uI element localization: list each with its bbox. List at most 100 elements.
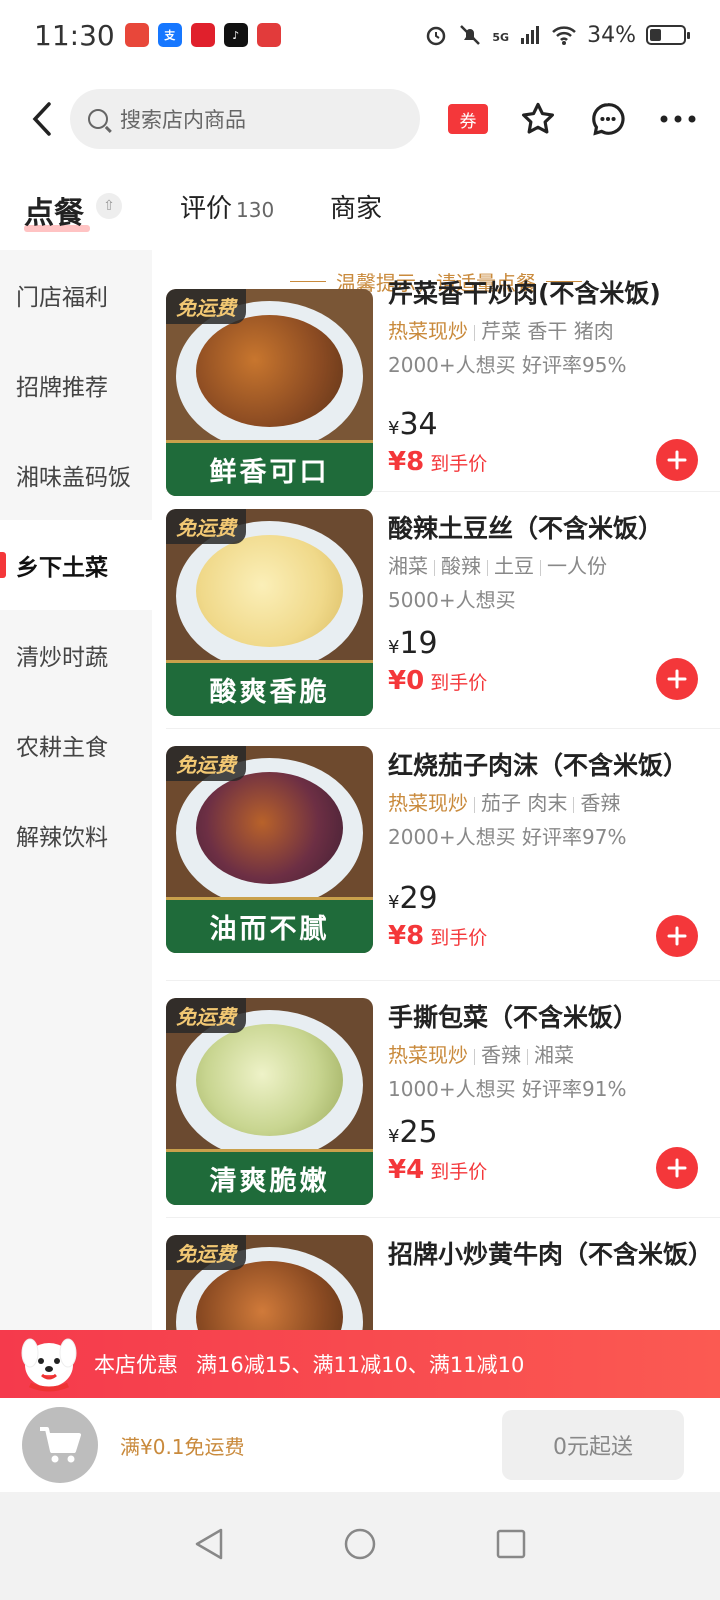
circle-home-icon [344, 1528, 376, 1560]
sidebar-item-label: 招牌推荐 [16, 375, 108, 401]
tab-order-label: 点餐 [24, 196, 84, 231]
chat-service-icon [592, 103, 625, 136]
meituan-app-icon [124, 23, 149, 47]
sidebar-item-label: 乡下土菜 [16, 555, 108, 581]
product-price: ¥34 [388, 407, 438, 442]
store-promo-bar[interactable]: 本店优惠 满16减15、满11减10、满11减10 [0, 1330, 720, 1398]
nav-recents-button[interactable] [495, 1528, 527, 1564]
product-tag: 香辣 [580, 791, 621, 815]
product-image: 免运费 清爽脆嫩 [166, 998, 373, 1205]
star-icon [522, 102, 554, 134]
sidebar-item-country-dishes[interactable]: 乡下土菜 [0, 520, 152, 610]
product-tag: 茄子 肉末 [481, 791, 568, 815]
product-card[interactable]: 免运费 酸爽香脆 酸辣土豆丝（不含米饭） 湘菜 酸辣 土豆 一人份 5000+人想买 … [166, 492, 720, 729]
product-tag: 芹菜 香干 猪肉 [481, 319, 614, 343]
product-tags: 湘菜 酸辣 土豆 一人份 [388, 552, 708, 580]
add-to-cart-button[interactable] [656, 658, 698, 700]
product-name: 酸辣土豆丝（不含米饭） [388, 514, 664, 543]
sidebar-item-rice-bowls[interactable]: 湘味盖码饭 [0, 430, 152, 520]
product-category: 热菜现炒 [388, 1043, 468, 1067]
tab-reviews-label: 评价 [180, 194, 233, 224]
product-name: 红烧茄子肉沫（不含米饭） [388, 751, 689, 780]
xiaohongshu-app-icon [190, 23, 215, 47]
product-banner: 鲜香可口 [166, 440, 373, 496]
plus-icon [667, 1158, 687, 1178]
system-nav-bar [0, 1492, 720, 1600]
back-button[interactable] [22, 99, 62, 139]
cart-button[interactable] [22, 1407, 98, 1483]
product-price: ¥25 [388, 1115, 438, 1150]
sidebar-item-label: 农耕主食 [16, 735, 108, 761]
customer-service-button[interactable] [588, 99, 628, 139]
tab-merchant-label: 商家 [330, 194, 383, 224]
currency-symbol: ¥ [388, 1155, 407, 1185]
collapse-header-button[interactable]: ⇧ [96, 193, 122, 219]
product-tag: 土豆 [494, 554, 534, 578]
tab-order[interactable]: 点餐 [24, 188, 90, 232]
add-to-cart-button[interactable] [656, 1147, 698, 1189]
free-delivery-badge: 免运费 [166, 509, 246, 544]
product-stats: 5000+人想买 [388, 588, 516, 612]
product-tag: 湘菜 [534, 1043, 574, 1067]
product-banner: 酸爽香脆 [166, 660, 373, 716]
deal-price: ¥0 到手价 [388, 666, 487, 696]
product-tags: 热菜现炒 茄子 肉末 香辣 [388, 789, 708, 817]
product-price: ¥19 [388, 626, 438, 661]
product-image: 免运费 酸爽香脆 [166, 509, 373, 716]
product-banner: 油而不腻 [166, 897, 373, 953]
nav-home-button[interactable] [343, 1527, 377, 1565]
plus-icon [667, 669, 687, 689]
sidebar-item-store-benefits[interactable]: 门店福利 [0, 250, 152, 340]
more-dots-icon [660, 115, 696, 123]
product-card[interactable]: 免运费 招牌小炒黄牛肉（不含米饭） [166, 1218, 720, 1330]
deal-price-label: 到手价 [430, 1161, 488, 1183]
product-tag: 一人份 [547, 554, 607, 578]
currency-symbol: ¥ [388, 892, 400, 913]
network-label: 5G [492, 30, 510, 44]
triangle-back-icon [195, 1528, 223, 1560]
sidebar-item-vegetables[interactable]: 清炒时蔬 [0, 610, 152, 700]
coupon-button[interactable]: 券 [448, 104, 488, 134]
min-order-button[interactable]: 0元起送 [502, 1410, 684, 1480]
sidebar-item-label: 湘味盖码饭 [16, 465, 131, 491]
deal-price: ¥8 到手价 [388, 921, 487, 951]
status-bar: 11:30 支 ♪ 5G 34% [0, 0, 720, 70]
promo-title: 本店优惠 [94, 1353, 178, 1377]
currency-symbol: ¥ [388, 418, 400, 439]
sidebar-item-drinks[interactable]: 解辣饮料 [0, 790, 152, 880]
tab-merchant[interactable]: 商家 [330, 188, 382, 225]
product-name: 招牌小炒黄牛肉（不含米饭） [388, 1240, 714, 1269]
square-recents-icon [496, 1529, 526, 1559]
tab-reviews[interactable]: 评价 130 [180, 188, 274, 225]
deal-price: ¥8 到手价 [388, 447, 487, 477]
deal-price-value: 8 [406, 447, 425, 477]
favorite-button[interactable] [518, 99, 558, 139]
sidebar-item-signature[interactable]: 招牌推荐 [0, 340, 152, 430]
product-card[interactable]: 免运费 清爽脆嫩 手撕包菜（不含米饭） 热菜现炒 香辣 湘菜 1000+人想买 好评… [166, 981, 720, 1218]
product-items: 免运费 鲜香可口 芹菜香干炒肉(不含米饭) 热菜现炒 芹菜 香干 猪肉 2000+… [152, 279, 720, 1330]
search-input[interactable]: 搜索店内商品 [70, 89, 420, 149]
sidebar-item-label: 清炒时蔬 [16, 645, 108, 671]
shopping-cart-icon [40, 1427, 81, 1463]
alarm-icon [427, 26, 446, 46]
product-stats: 2000+人想买 好评率95% [388, 353, 627, 377]
add-to-cart-button[interactable] [656, 439, 698, 481]
product-card[interactable]: 免运费 鲜香可口 芹菜香干炒肉(不含米饭) 热菜现炒 芹菜 香干 猪肉 2000+… [166, 279, 720, 496]
battery-percent: 34% [587, 22, 636, 48]
currency-symbol: ¥ [388, 666, 407, 696]
currency-symbol: ¥ [388, 1126, 400, 1147]
add-to-cart-button[interactable] [656, 915, 698, 957]
sidebar-item-staples[interactable]: 农耕主食 [0, 700, 152, 790]
tiktok-app-icon: ♪ [223, 23, 248, 47]
nav-back-button[interactable] [193, 1527, 225, 1565]
product-stats: 2000+人想买 好评率97% [388, 825, 627, 849]
product-tag: 酸辣 [441, 554, 481, 578]
product-image: 免运费 [166, 1235, 373, 1330]
deal-price-label: 到手价 [430, 453, 488, 475]
battery-icon [646, 25, 690, 45]
product-name: 芹菜香干炒肉(不含米饭) [388, 279, 661, 308]
product-card[interactable]: 免运费 油而不腻 红烧茄子肉沫（不含米饭） 热菜现炒 茄子 肉末 香辣 2000+人… [166, 729, 720, 981]
more-options-button[interactable] [658, 99, 698, 139]
deal-price-value: 0 [406, 666, 425, 696]
sidebar-item-label: 解辣饮料 [16, 825, 108, 851]
